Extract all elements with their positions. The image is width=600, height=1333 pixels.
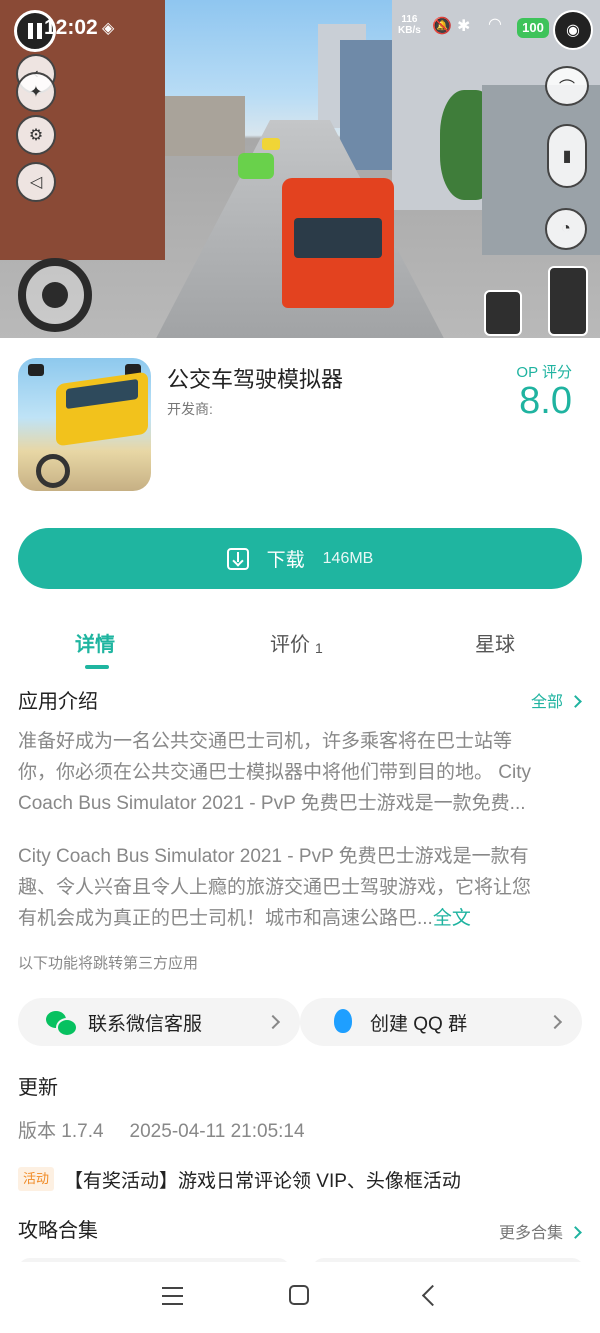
intro-all-label: 全部 bbox=[530, 694, 563, 711]
icon-camera bbox=[28, 364, 44, 376]
app-icon[interactable] bbox=[18, 358, 151, 491]
location-icon: ◈ bbox=[102, 20, 115, 37]
building-glass bbox=[340, 40, 396, 170]
car-green bbox=[238, 153, 274, 179]
speed-unit: KB/s bbox=[398, 25, 421, 36]
status-bar: 12:02 ◈ 116 KB/s 🔕 ✱ ◠ 100 bbox=[0, 0, 600, 56]
menu-icon[interactable] bbox=[162, 1287, 183, 1305]
speedometer-icon[interactable]: ◔ bbox=[545, 208, 587, 250]
wifi-icon: ◠ bbox=[488, 16, 502, 33]
activity-badge: 活动 bbox=[18, 1167, 55, 1191]
guides-title: 攻略合集 bbox=[18, 1220, 98, 1242]
wechat-icon bbox=[46, 1009, 78, 1037]
create-qq-group-button[interactable]: 创建 QQ 群 bbox=[300, 998, 582, 1046]
steering-wheel-icon[interactable] bbox=[18, 258, 92, 332]
tab-details[interactable]: 详情 bbox=[75, 628, 115, 657]
icon-steering-wheel bbox=[36, 454, 70, 488]
version-row: 版本 1.7.4 2025-04-11 21:05:14 bbox=[18, 1116, 331, 1143]
building-mid bbox=[165, 96, 245, 156]
bus-windshield bbox=[294, 218, 382, 258]
intro-paragraph-1: 准备好成为一名公共交通巴士司机，许多乘客将在巴士站等 你，你必须在公共交通巴士模… bbox=[18, 726, 584, 819]
chevron-right-icon bbox=[569, 695, 582, 708]
lightbulb-icon[interactable]: ✦ bbox=[16, 72, 56, 112]
create-qq-group-label: 创建 QQ 群 bbox=[370, 1013, 468, 1035]
intro-title: 应用介绍 bbox=[18, 691, 98, 713]
battery-indicator: 100 bbox=[517, 18, 549, 38]
developer-label: 开发商: bbox=[167, 401, 213, 417]
qq-icon bbox=[328, 1009, 358, 1035]
intro-line: Coach Bus Simulator 2021 - PvP 免费巴士游戏是一款… bbox=[18, 793, 526, 814]
bluetooth-icon: ✱ bbox=[457, 18, 471, 35]
bus bbox=[282, 178, 394, 308]
contact-wechat-label: 联系微信客服 bbox=[88, 1013, 203, 1035]
op-rating-score: 8.0 bbox=[519, 380, 572, 422]
intro-line: 准备好成为一名公共交通巴士司机，许多乘客将在巴士站等 bbox=[18, 731, 513, 752]
full-text-link[interactable]: 全文 bbox=[433, 908, 471, 929]
camera-icon[interactable]: ◉ bbox=[553, 10, 593, 50]
horn-icon[interactable]: ◁ bbox=[16, 162, 56, 202]
engine-icon[interactable]: ⚙ bbox=[16, 115, 56, 155]
app-title: 公交车驾驶模拟器 bbox=[167, 367, 344, 392]
home-icon[interactable] bbox=[289, 1285, 309, 1305]
activity-link[interactable]: 【有奖活动】游戏日常评论领 VIP、头像框活动 bbox=[64, 1166, 461, 1193]
network-speed: 116 KB/s bbox=[398, 14, 421, 36]
download-label: 下载 bbox=[266, 550, 305, 571]
download-icon bbox=[226, 547, 249, 570]
brake-pedal-icon[interactable] bbox=[484, 290, 522, 336]
mute-bell-icon: 🔕 bbox=[432, 18, 452, 35]
version-label: 版本 1.7.4 bbox=[18, 1121, 104, 1142]
intro-line-text: 有机会成为真正的巴士司机！城市和高速公路巴... bbox=[18, 908, 433, 929]
intro-paragraph-2: City Coach Bus Simulator 2021 - PvP 免费巴士… bbox=[18, 841, 584, 934]
wiper-icon[interactable]: ⌒ bbox=[545, 66, 589, 106]
intro-line-last: 有机会成为真正的巴士司机！城市和高速公路巴...全文 bbox=[18, 903, 584, 934]
guides-more-link[interactable]: 更多合集 bbox=[498, 1219, 582, 1243]
contact-wechat-button[interactable]: 联系微信客服 bbox=[18, 998, 300, 1046]
intro-line: City Coach Bus Simulator 2021 - PvP 免费巴士… bbox=[18, 846, 529, 867]
speed-value: 116 bbox=[401, 14, 418, 25]
chevron-right-icon bbox=[547, 1014, 563, 1030]
gas-pedal-icon[interactable] bbox=[548, 266, 588, 336]
guides-more-label: 更多合集 bbox=[498, 1225, 563, 1242]
tab-indicator bbox=[85, 665, 109, 669]
car-yellow bbox=[262, 138, 280, 150]
tab-planet[interactable]: 星球 bbox=[475, 628, 515, 657]
tab-reviews[interactable]: 评价 1 bbox=[270, 628, 323, 657]
op-rating-label: OP 评分 bbox=[516, 364, 572, 381]
intro-line: 你，你必须在公共交通巴士模拟器中将他们带到目的地。 City bbox=[18, 762, 532, 783]
download-button[interactable]: 下载 146MB bbox=[18, 528, 582, 589]
status-time: 12:02 bbox=[44, 16, 98, 39]
intro-line: 趣、令人兴奋且令人上瘾的旅游交通巴士驾驶游戏，它将让您 bbox=[18, 877, 532, 898]
third-party-note: 以下功能将跳转第三方应用 bbox=[18, 955, 199, 972]
tab-reviews-label: 评价 bbox=[270, 634, 310, 656]
download-size: 146MB bbox=[322, 549, 374, 567]
intro-all-link[interactable]: 全部 bbox=[530, 688, 582, 712]
gear-shift-icon[interactable]: ▮ bbox=[547, 124, 587, 188]
game-screenshot-banner[interactable]: 12:02 ◈ 116 KB/s 🔕 ✱ ◠ 100 ◉ ‹ ✦ ⚙ ◁ ⌒ ▮… bbox=[0, 0, 600, 338]
update-date: 2025-04-11 21:05:14 bbox=[129, 1121, 305, 1142]
tab-reviews-count: 1 bbox=[315, 640, 323, 656]
chevron-right-icon bbox=[569, 1226, 582, 1239]
chevron-right-icon bbox=[265, 1014, 281, 1030]
update-title: 更新 bbox=[18, 1077, 58, 1099]
